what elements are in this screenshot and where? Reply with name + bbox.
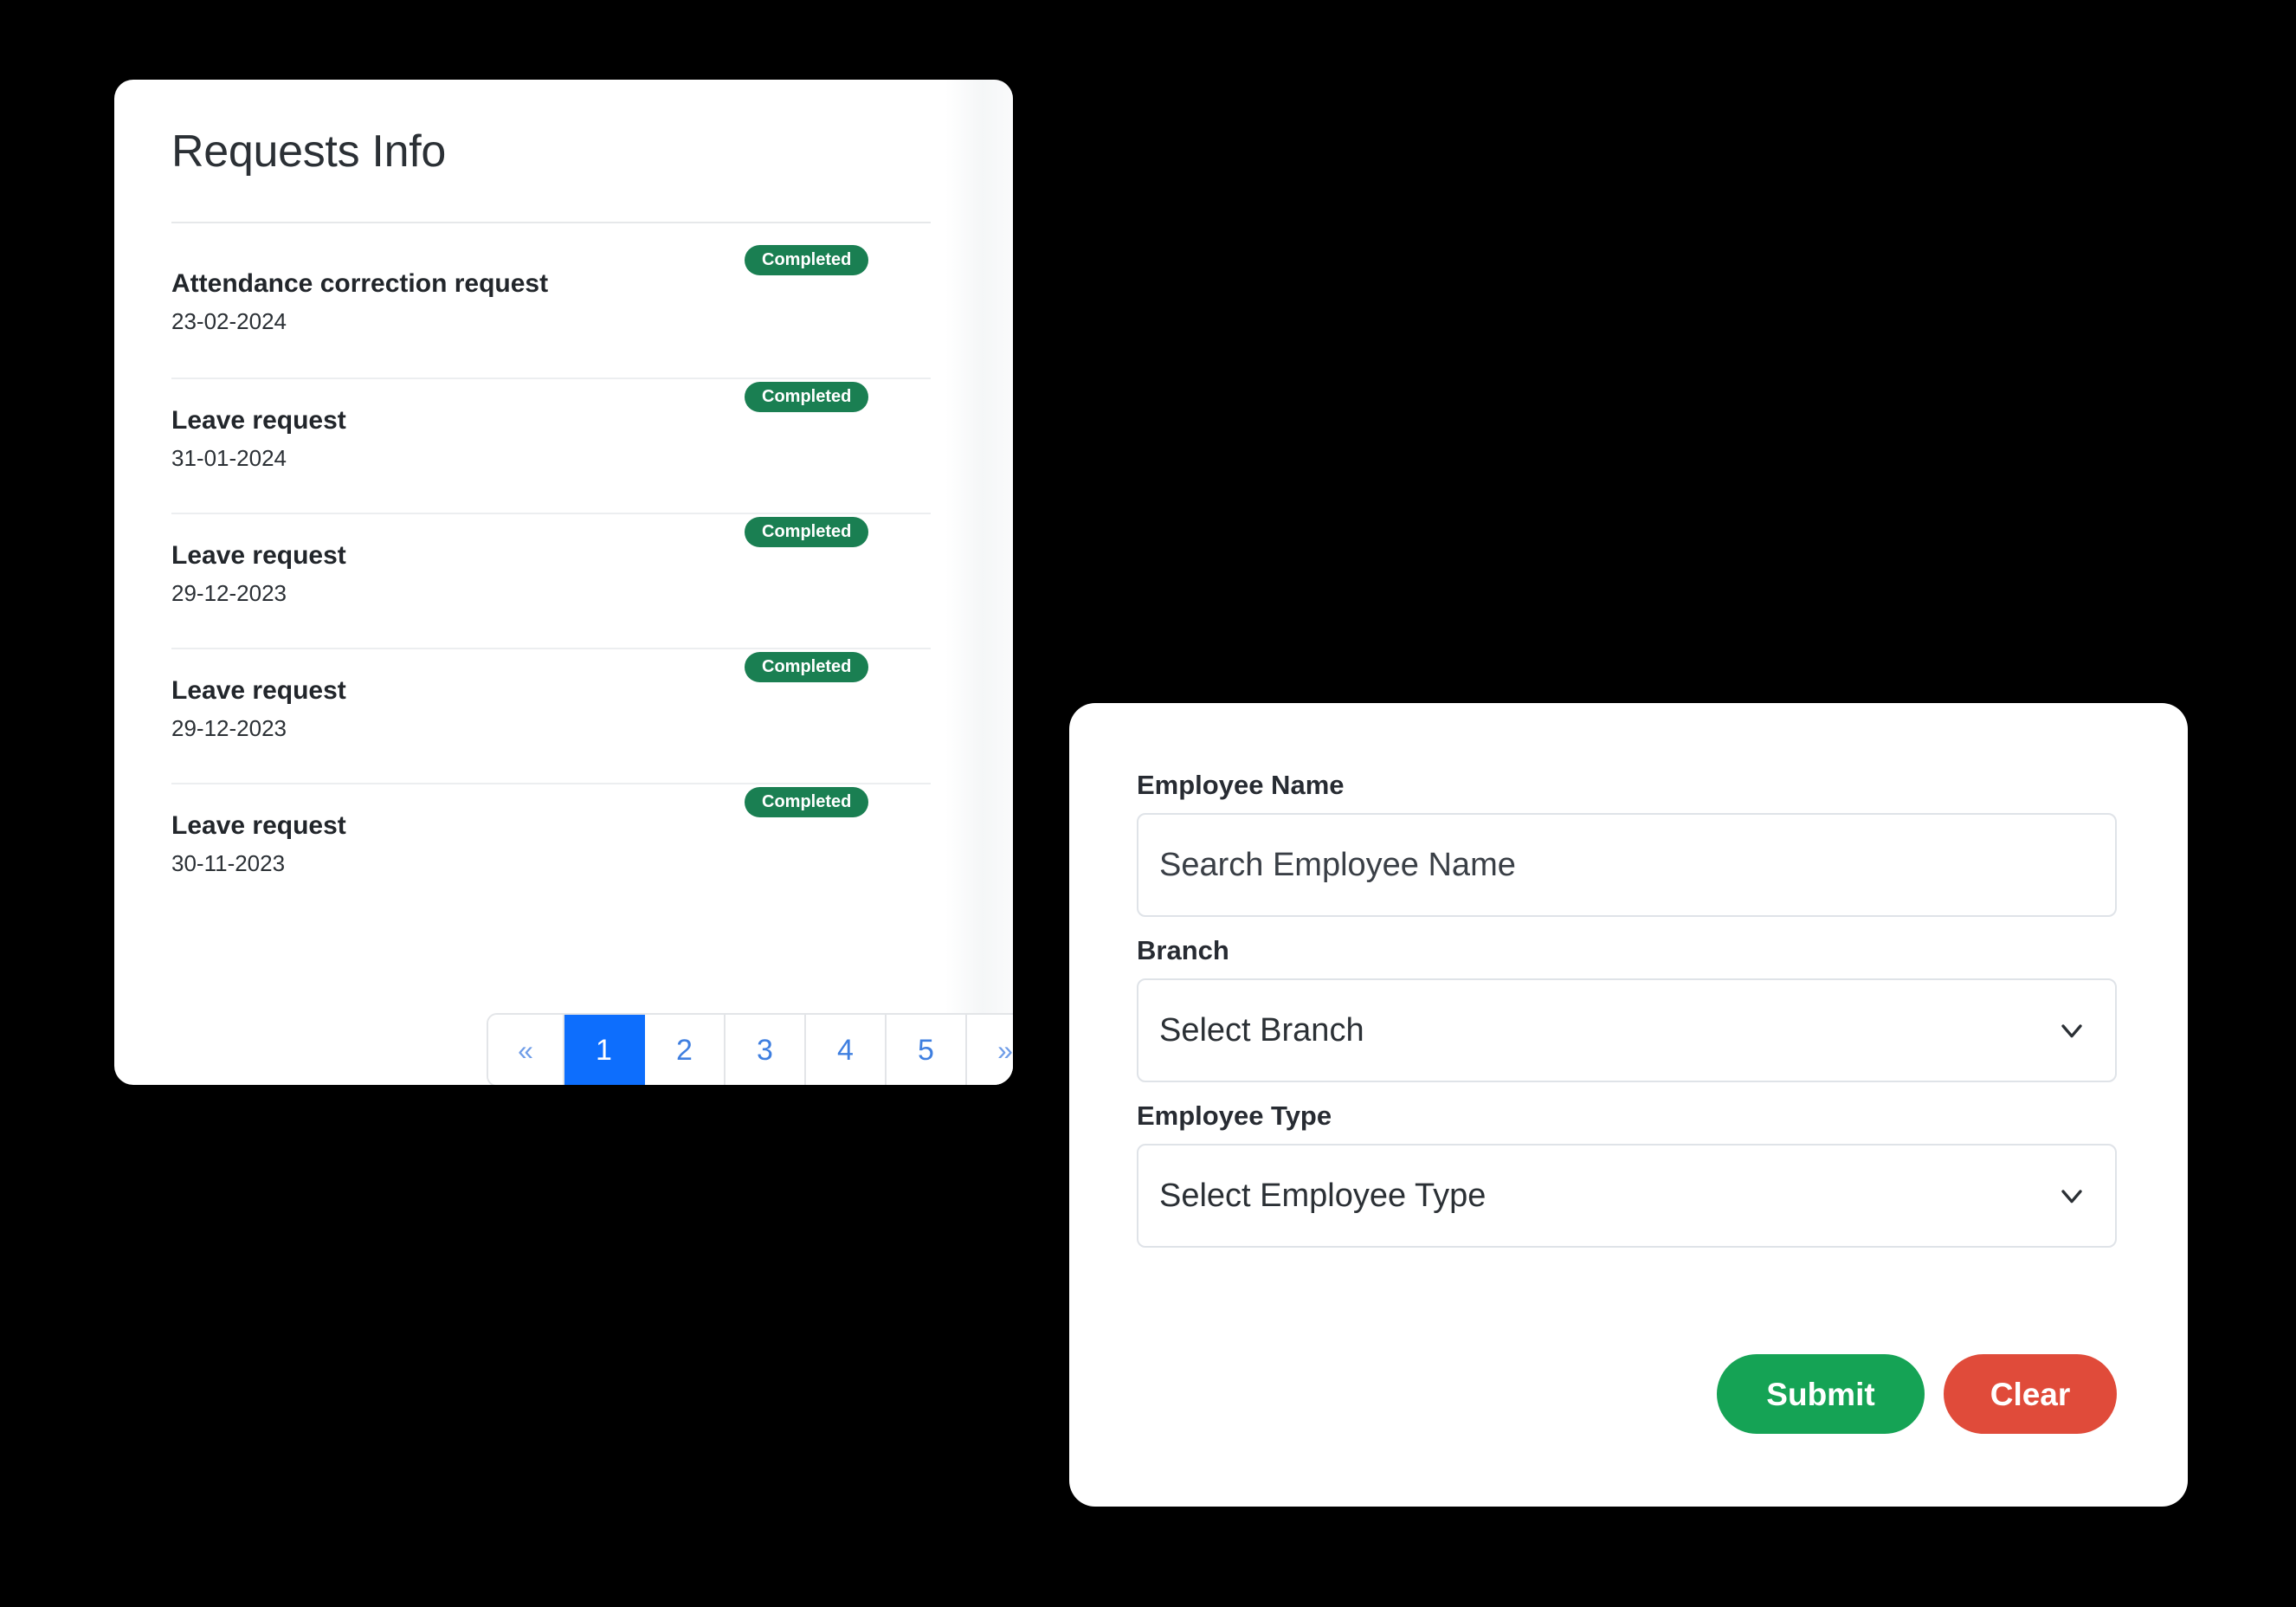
- requests-list: Attendance correction request Completed …: [114, 242, 1013, 918]
- search-employee-name-input[interactable]: [1137, 813, 2117, 918]
- request-date: 31-01-2024: [171, 445, 287, 471]
- status-badge-wrap: Completed: [745, 787, 869, 817]
- list-item[interactable]: Leave request Completed 29-12-2023: [171, 648, 931, 783]
- page-title: Requests Info: [171, 126, 446, 177]
- pagination-prev[interactable]: «: [488, 1015, 564, 1085]
- requests-info-card: Requests Info Attendance correction requ…: [114, 80, 1013, 1085]
- list-item[interactable]: Leave request Completed 31-01-2024: [171, 378, 931, 513]
- requests-card-body: Requests Info Attendance correction requ…: [114, 80, 1013, 1085]
- employee-type-group: Employee Type Select Employee Type: [1137, 1100, 2117, 1249]
- submit-button[interactable]: Submit: [1717, 1354, 1925, 1434]
- status-badge-wrap: Completed: [745, 382, 869, 412]
- employee-type-select-value: Select Employee Type: [1159, 1178, 1487, 1215]
- request-title: Leave request: [171, 811, 346, 840]
- status-badge-wrap: Completed: [745, 245, 869, 275]
- status-badge: Completed: [745, 517, 869, 547]
- status-badge-wrap: Completed: [745, 652, 869, 682]
- employee-filter-card: Employee Name Branch Select Branch Emplo…: [1069, 703, 2188, 1507]
- request-title: Leave request: [171, 676, 346, 705]
- status-badge: Completed: [745, 382, 869, 412]
- branch-select-value: Select Branch: [1159, 1012, 1364, 1049]
- status-badge: Completed: [745, 245, 869, 275]
- list-item[interactable]: Leave request Completed 29-12-2023: [171, 513, 931, 648]
- pagination-page-4[interactable]: 4: [806, 1015, 887, 1085]
- title-divider: [171, 222, 931, 223]
- request-date: 30-11-2023: [171, 850, 286, 876]
- status-badge: Completed: [745, 652, 869, 682]
- employee-type-select[interactable]: Select Employee Type: [1137, 1144, 2117, 1249]
- screen-root: Requests Info Attendance correction requ…: [0, 0, 2296, 1607]
- pagination-page-3[interactable]: 3: [726, 1015, 806, 1085]
- pagination-page-2[interactable]: 2: [645, 1015, 726, 1085]
- employee-name-group: Employee Name: [1137, 769, 2117, 918]
- list-item[interactable]: Leave request Completed 30-11-2023: [171, 783, 931, 918]
- pagination-page-1[interactable]: 1: [564, 1015, 645, 1085]
- request-date: 29-12-2023: [171, 715, 287, 741]
- chevron-down-icon: [2054, 1013, 2089, 1048]
- clear-button[interactable]: Clear: [1944, 1354, 2117, 1434]
- request-date: 23-02-2024: [171, 308, 287, 334]
- status-badge: Completed: [745, 787, 869, 817]
- pagination-next[interactable]: »: [967, 1015, 1013, 1085]
- employee-name-label: Employee Name: [1137, 770, 1345, 800]
- request-date: 29-12-2023: [171, 580, 287, 606]
- list-item[interactable]: Attendance correction request Completed …: [171, 242, 931, 378]
- branch-label: Branch: [1137, 935, 1229, 965]
- pagination[interactable]: « 1 2 3 4 5 »: [487, 1013, 1013, 1085]
- branch-group: Branch Select Branch: [1137, 934, 2117, 1083]
- request-title: Leave request: [171, 406, 346, 435]
- form-actions: Submit Clear: [1717, 1354, 2117, 1434]
- chevron-down-icon: [2054, 1178, 2089, 1213]
- request-title: Leave request: [171, 541, 346, 570]
- request-title: Attendance correction request: [171, 269, 549, 298]
- status-badge-wrap: Completed: [745, 517, 869, 547]
- employee-type-label: Employee Type: [1137, 1100, 1332, 1131]
- branch-select[interactable]: Select Branch: [1137, 978, 2117, 1083]
- pagination-page-5[interactable]: 5: [887, 1015, 967, 1085]
